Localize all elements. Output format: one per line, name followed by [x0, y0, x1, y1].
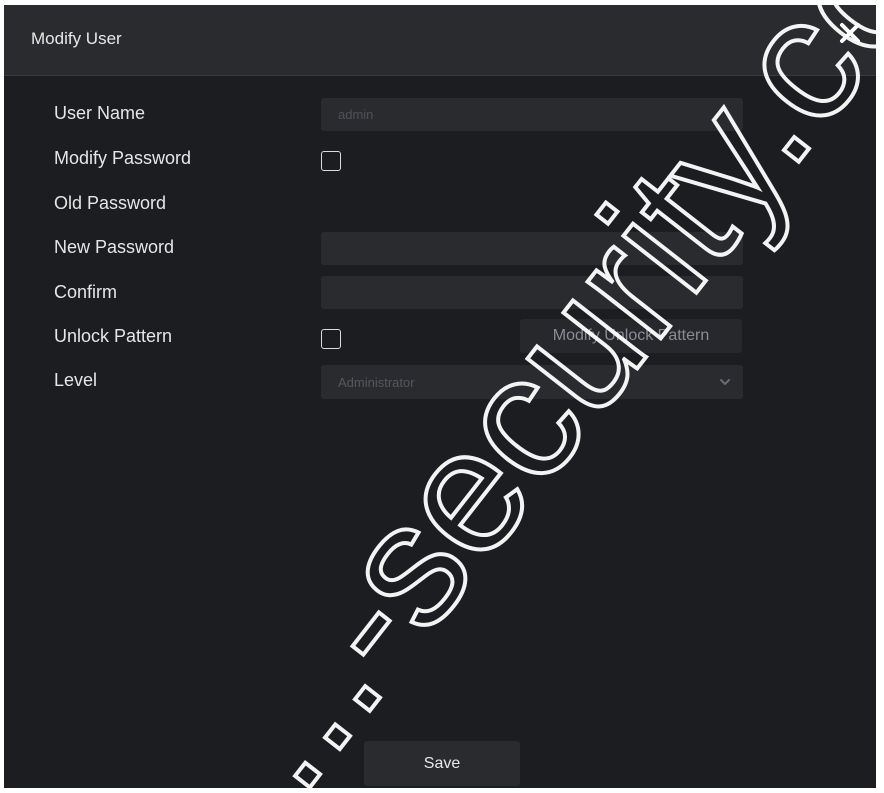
- old-password-label: Old Password: [54, 193, 167, 213]
- level-selected-value: Administrator: [338, 375, 415, 390]
- new-password-label: New Password: [54, 237, 175, 257]
- unlock-pattern-checkbox[interactable]: [321, 329, 341, 349]
- level-label: Level: [54, 370, 98, 390]
- dialog-titlebar: Modify User: [4, 5, 876, 76]
- modify-password-checkbox[interactable]: [321, 151, 341, 171]
- modify-password-label: Modify Password: [54, 148, 192, 168]
- close-icon: [840, 23, 860, 43]
- dialog-title: Modify User: [31, 29, 122, 48]
- user-name-label: User Name: [54, 103, 146, 123]
- chevron-down-icon: [720, 379, 730, 385]
- unlock-pattern-label: Unlock Pattern: [54, 326, 173, 346]
- confirm-label: Confirm: [54, 282, 118, 302]
- user-name-value: admin: [338, 107, 374, 122]
- modify-unlock-pattern-button[interactable]: Modify Unlock Pattern: [520, 319, 742, 353]
- new-password-input[interactable]: [321, 232, 743, 265]
- close-button[interactable]: [838, 21, 862, 45]
- save-button[interactable]: Save: [364, 741, 520, 786]
- level-select[interactable]: Administrator: [321, 365, 743, 399]
- modify-user-dialog: Modify User User Name admin Modify Passw…: [4, 5, 876, 788]
- confirm-password-input[interactable]: [321, 276, 743, 309]
- user-name-field: admin: [321, 98, 743, 131]
